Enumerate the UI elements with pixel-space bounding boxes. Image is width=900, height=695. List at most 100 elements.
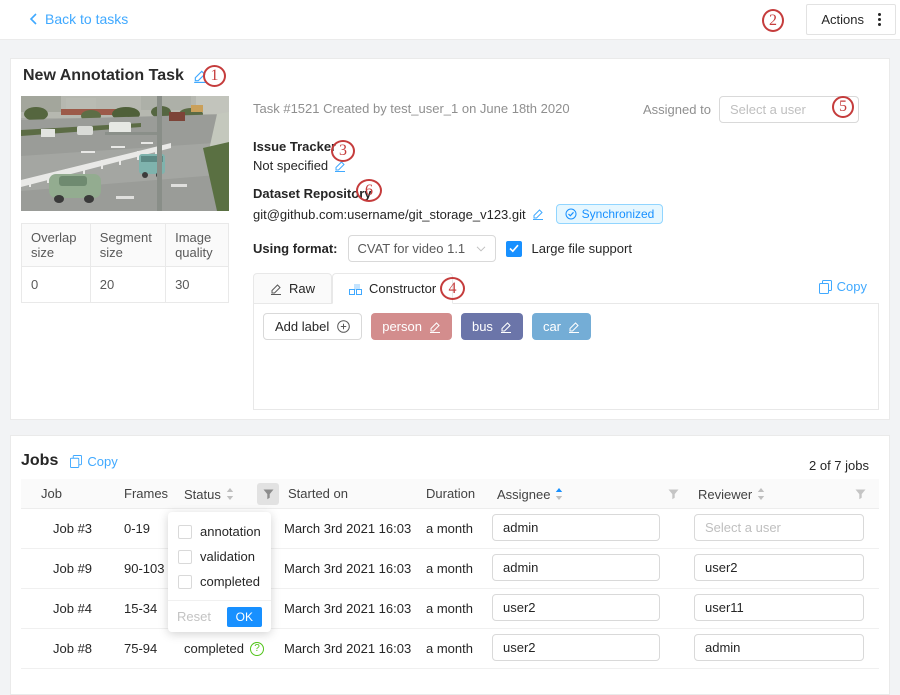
- column-status-label: Status: [184, 487, 221, 502]
- edit-label-icon[interactable]: [429, 321, 441, 333]
- jobs-title: Jobs: [21, 452, 58, 470]
- actions-button[interactable]: Actions: [806, 4, 896, 35]
- copy-icon: [70, 455, 82, 468]
- filter-option-annotation[interactable]: annotation: [168, 519, 271, 544]
- table-row: Job #4 15-34 March 3rd 2021 16:03 a mont…: [21, 589, 879, 629]
- format-row: Using format: CVAT for video 1.1 Large f…: [253, 235, 632, 262]
- column-frames: Frames: [124, 486, 168, 501]
- status-filter-icon[interactable]: [257, 483, 279, 505]
- tab-raw[interactable]: Raw: [253, 273, 332, 304]
- label-chip-car-text: car: [543, 319, 561, 334]
- callout-5: 5: [832, 96, 854, 118]
- plus-circle-icon: [337, 320, 350, 333]
- status-cell: completed ?: [184, 641, 264, 656]
- filter-option-completed-label: completed: [200, 574, 260, 589]
- callout-6: 6: [356, 179, 382, 202]
- reviewer-input[interactable]: [694, 634, 864, 661]
- duration-cell: a month: [426, 561, 473, 576]
- filter-option-completed[interactable]: completed: [168, 569, 271, 594]
- sync-status-badge[interactable]: Synchronized: [556, 204, 664, 224]
- sort-icon-active: [555, 488, 563, 500]
- filter-option-validation[interactable]: validation: [168, 544, 271, 569]
- started-cell: March 3rd 2021 16:03: [284, 561, 411, 576]
- param-value-overlap: 0: [22, 267, 91, 303]
- table-row: Job #8 75-94 completed ? March 3rd 2021 …: [21, 629, 879, 669]
- task-preview-image: [21, 96, 229, 211]
- reviewer-input[interactable]: [694, 554, 864, 581]
- actions-label: Actions: [821, 12, 864, 27]
- sort-icon: [226, 488, 234, 500]
- labels-copy-button[interactable]: Copy: [819, 279, 867, 294]
- assigned-to-row: Assigned to: [643, 96, 859, 123]
- checkbox-validation[interactable]: [178, 550, 192, 564]
- filter-option-validation-label: validation: [200, 549, 255, 564]
- chevron-down-icon: [476, 246, 486, 252]
- job-link[interactable]: Job #8: [53, 641, 92, 656]
- jobs-table-header: Job Frames Status Started on Duration As…: [21, 479, 879, 509]
- edit-label-icon[interactable]: [500, 321, 512, 333]
- column-reviewer-sort[interactable]: Reviewer: [698, 479, 765, 509]
- build-blocks-icon: [349, 282, 362, 295]
- column-started: Started on: [288, 486, 348, 501]
- sort-icon: [757, 488, 765, 500]
- duration-cell: a month: [426, 601, 473, 616]
- status-filter-dropdown: annotation validation completed Reset OK: [168, 512, 271, 632]
- label-chip-car[interactable]: car: [532, 313, 591, 340]
- assignee-input[interactable]: [492, 634, 660, 661]
- filter-option-annotation-label: annotation: [200, 524, 261, 539]
- assignee-input[interactable]: [492, 514, 660, 541]
- reviewer-filter-icon[interactable]: [849, 483, 871, 505]
- large-file-support-checkbox[interactable]: [506, 241, 522, 257]
- check-circle-icon: [565, 208, 577, 220]
- page-title: New Annotation Task: [23, 67, 184, 85]
- column-status-sort[interactable]: Status: [184, 479, 234, 509]
- back-to-tasks-link[interactable]: Back to tasks: [28, 11, 128, 27]
- label-chip-person[interactable]: person: [371, 313, 452, 340]
- label-chip-person-text: person: [382, 319, 422, 334]
- labels-tabs: Raw Constructor: [253, 273, 453, 304]
- edit-repository-icon[interactable]: [532, 208, 544, 220]
- edit-label-icon[interactable]: [568, 321, 580, 333]
- param-value-quality: 30: [166, 267, 229, 303]
- using-format-label: Using format:: [253, 241, 338, 256]
- labels-constructor-panel: Add label person bus car: [253, 303, 879, 410]
- param-value-segment: 20: [90, 267, 165, 303]
- assignee-filter-icon[interactable]: [662, 483, 684, 505]
- jobs-copy-button[interactable]: Copy: [70, 454, 117, 469]
- label-chip-bus[interactable]: bus: [461, 313, 523, 340]
- filter-ok-button[interactable]: OK: [227, 607, 262, 627]
- column-duration: Duration: [426, 486, 475, 501]
- checkbox-completed[interactable]: [178, 575, 192, 589]
- issue-tracker-label: Issue Tracker: [253, 139, 336, 154]
- format-select[interactable]: CVAT for video 1.1: [348, 235, 496, 262]
- reviewer-input[interactable]: [694, 594, 864, 621]
- pencil-icon: [270, 283, 282, 295]
- duration-cell: a month: [426, 521, 473, 536]
- assigned-to-label: Assigned to: [643, 102, 711, 117]
- frames-cell: 90-103: [124, 561, 164, 576]
- table-row: Job #3 0-19 March 3rd 2021 16:03 a month: [21, 509, 879, 549]
- question-circle-icon[interactable]: ?: [250, 642, 264, 656]
- callout-2: 2: [762, 9, 784, 32]
- sync-status-text: Synchronized: [582, 207, 655, 221]
- tab-raw-label: Raw: [289, 281, 315, 296]
- job-link[interactable]: Job #3: [53, 521, 92, 536]
- task-title-row: New Annotation Task: [23, 67, 207, 85]
- assignee-input[interactable]: [492, 594, 660, 621]
- vertical-ellipsis-icon: [878, 13, 881, 26]
- assignee-input[interactable]: [492, 554, 660, 581]
- column-assignee-label: Assignee: [497, 487, 550, 502]
- tab-constructor[interactable]: Constructor: [332, 273, 453, 304]
- column-assignee-sort[interactable]: Assignee: [497, 479, 563, 509]
- chevron-left-icon: [28, 13, 38, 25]
- filter-footer: Reset OK: [168, 600, 271, 632]
- job-link[interactable]: Job #4: [53, 601, 92, 616]
- checkbox-annotation[interactable]: [178, 525, 192, 539]
- filter-reset-button[interactable]: Reset: [177, 609, 211, 624]
- back-link-label: Back to tasks: [45, 11, 128, 27]
- reviewer-input[interactable]: [694, 514, 864, 541]
- started-cell: March 3rd 2021 16:03: [284, 641, 411, 656]
- job-link[interactable]: Job #9: [53, 561, 92, 576]
- add-label-button[interactable]: Add label: [263, 313, 362, 340]
- callout-1: 1: [203, 65, 226, 87]
